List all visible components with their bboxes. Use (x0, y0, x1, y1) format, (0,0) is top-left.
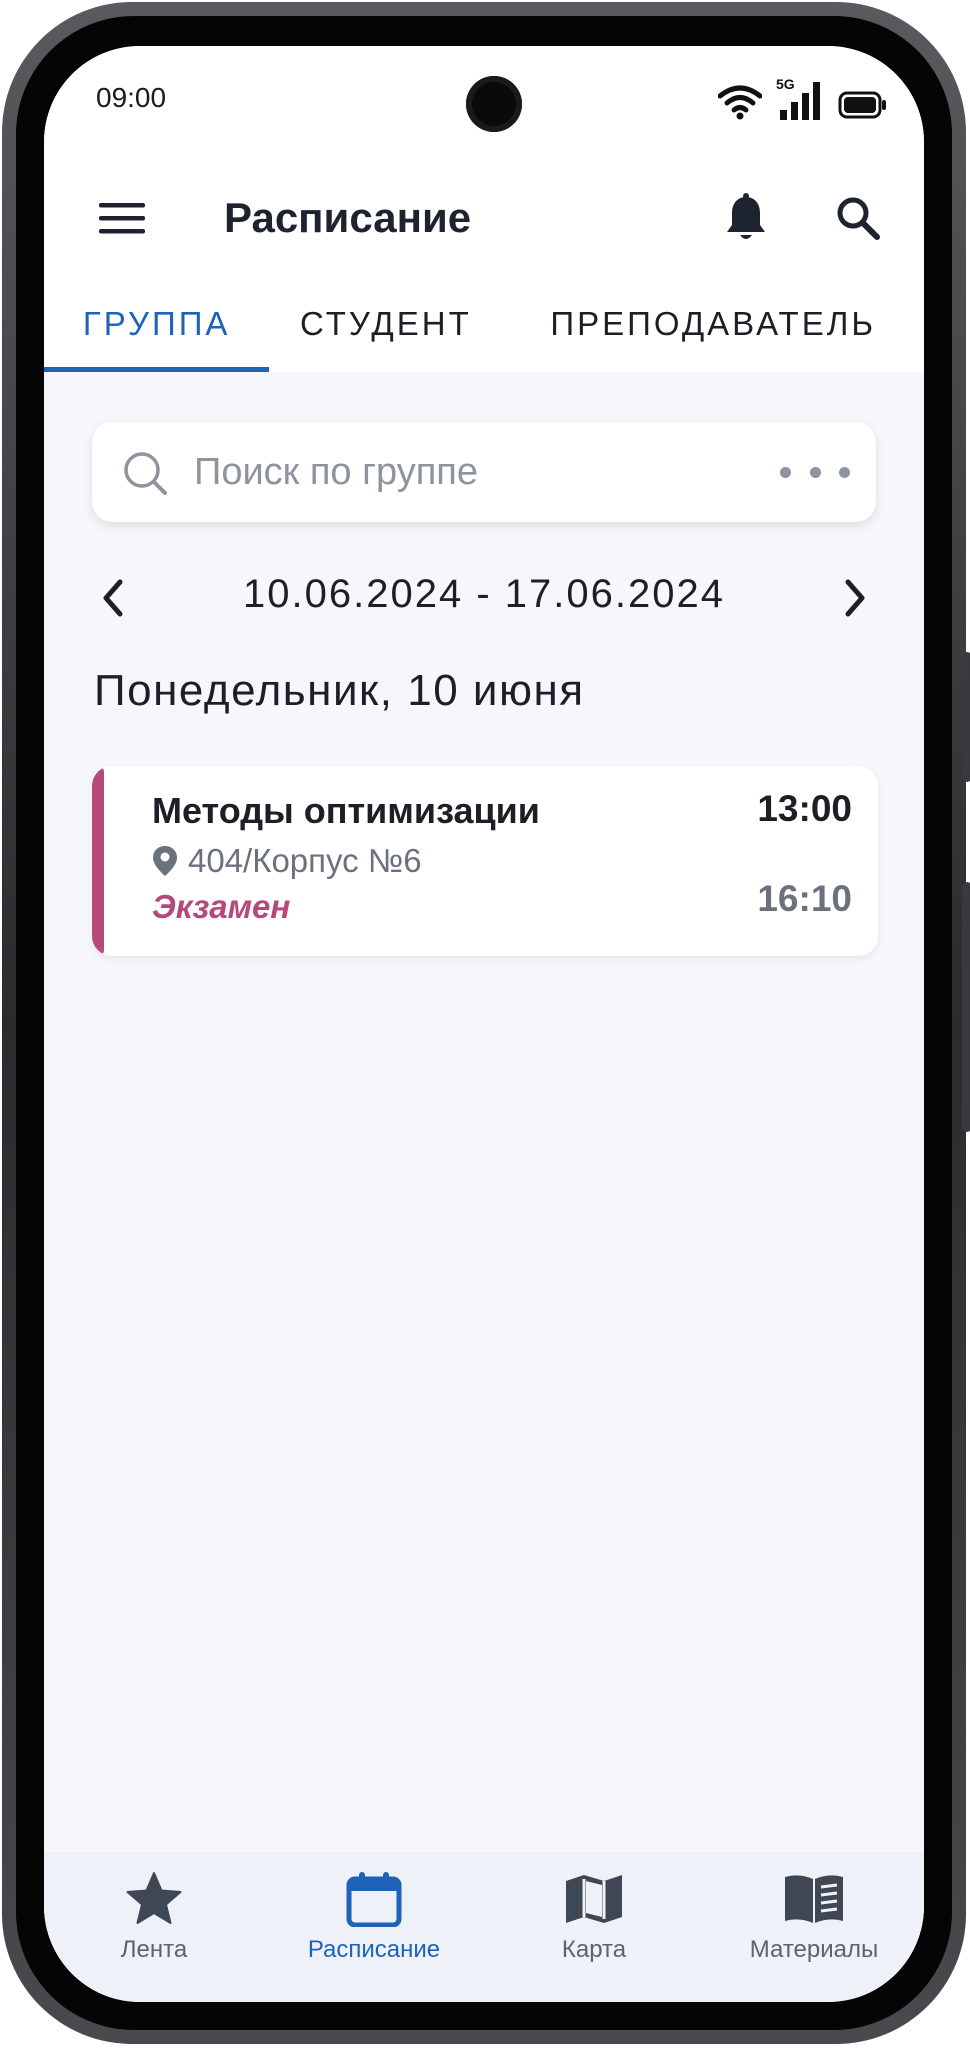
star-icon (126, 1872, 182, 1924)
lesson-room: 404/Корпус №6 (188, 842, 422, 879)
front-camera (466, 76, 522, 132)
book-icon (785, 1875, 843, 1923)
tab-teacher[interactable]: ПРЕПОДАВАТЕЛЬ (502, 276, 924, 372)
lesson-name: Методы оптимизации (152, 790, 540, 831)
nav-label-schedule: Расписание (307, 1936, 441, 1963)
nav-item-map[interactable]: Карта (484, 1852, 704, 2002)
nav-item-materials[interactable]: Материалы (704, 1852, 924, 2002)
calendar-icon (346, 1872, 402, 1927)
next-week-button[interactable] (828, 566, 884, 630)
search-button[interactable] (826, 186, 890, 250)
tab-group[interactable]: ГРУППА (44, 276, 270, 372)
top-app-bar: Расписание (44, 156, 924, 276)
lesson-start-time: 13:00 (757, 788, 852, 829)
phone-frame: 09:00 5G Расписание ГРУППА СТУДЕНТ ПРЕПО… (2, 2, 970, 2044)
volume-button (962, 652, 970, 782)
menu-button[interactable] (90, 186, 154, 250)
signal-icon (780, 82, 820, 120)
bottom-navigation: Лента Расписание Карта Материалы (44, 1852, 924, 2002)
more-options-button[interactable] (780, 450, 850, 494)
nav-item-schedule[interactable]: Расписание (264, 1852, 484, 2002)
lesson-location: 404/Корпус №6 (152, 842, 422, 880)
nav-label-map: Карта (561, 1936, 627, 1963)
nav-label-materials: Материалы (749, 1936, 879, 1963)
day-title: Понедельник, 10 июня (94, 666, 585, 715)
nav-label-feed: Лента (120, 1936, 188, 1963)
group-search-box (92, 422, 876, 522)
week-range: 10.06.2024 - 17.06.2024 (243, 572, 725, 616)
tab-student[interactable]: СТУДЕНТ (269, 276, 502, 372)
nav-item-feed[interactable]: Лента (44, 1852, 264, 2002)
more-dots-icon (780, 466, 791, 478)
power-button (962, 882, 970, 1132)
lesson-end-time: 16:10 (757, 878, 852, 919)
screen: 09:00 5G Расписание ГРУППА СТУДЕНТ ПРЕПО… (44, 46, 924, 2002)
week-navigation: 10.06.2024 - 17.06.2024 (84, 554, 884, 644)
battery-icon (838, 91, 886, 119)
phone-bezel: 09:00 5G Расписание ГРУППА СТУДЕНТ ПРЕПО… (16, 16, 952, 2030)
chevron-right-icon (845, 579, 865, 617)
wifi-icon (718, 85, 762, 120)
search-icon (124, 452, 167, 495)
bell-icon (727, 193, 765, 239)
menu-icon (99, 203, 145, 234)
status-time: 09:00 (96, 82, 167, 113)
tab-bar: ГРУППА СТУДЕНТ ПРЕПОДАВАТЕЛЬ (44, 276, 924, 372)
map-icon (566, 1875, 622, 1923)
lesson-type: Экзамен (152, 888, 291, 925)
status-icons: 5G (718, 76, 888, 120)
page-title: Расписание (224, 194, 472, 241)
status-bar: 09:00 5G (44, 46, 924, 156)
group-search-input[interactable] (192, 442, 752, 502)
notifications-button[interactable] (714, 186, 778, 250)
lesson-card[interactable]: Методы оптимизации 404/Корпус №6 Экзамен… (92, 766, 878, 956)
lesson-type-indicator (92, 766, 104, 956)
location-pin-icon (153, 846, 177, 876)
search-icon (837, 197, 880, 240)
cellular-signal: 5G (776, 76, 824, 120)
